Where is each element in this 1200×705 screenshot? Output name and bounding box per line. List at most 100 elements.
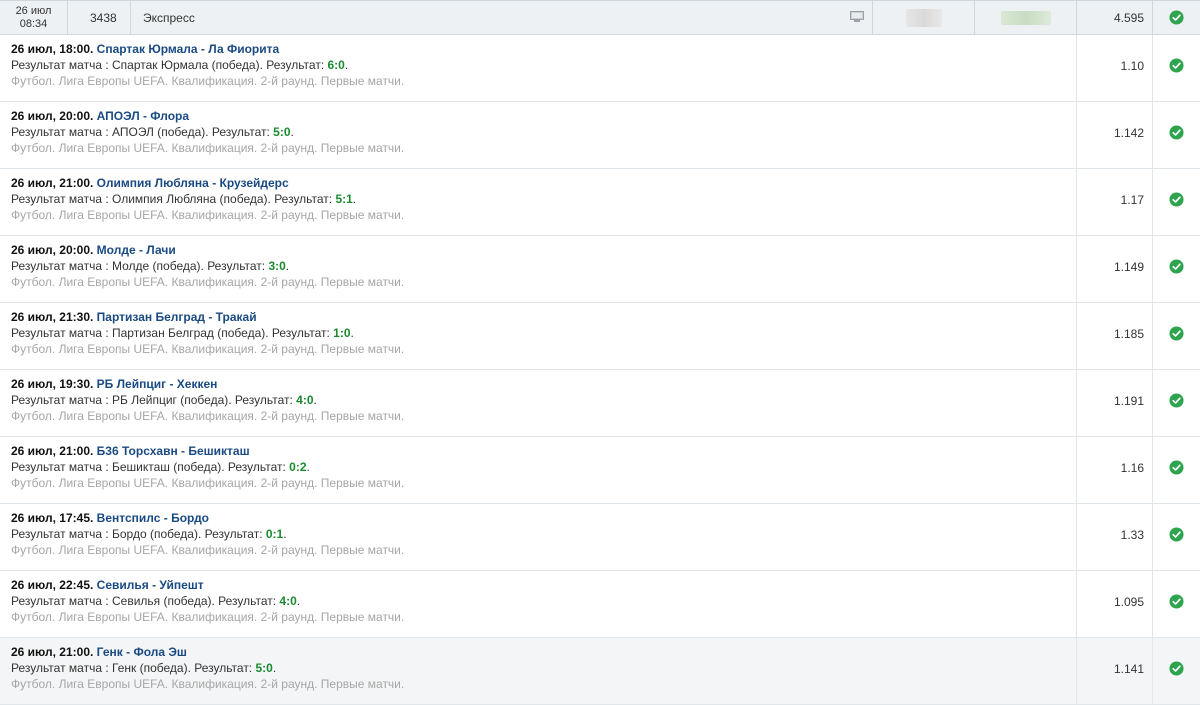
score-suffix: .: [290, 125, 294, 139]
result-prefix: Результат матча :: [11, 527, 112, 541]
result-prefix: Результат матча :: [11, 594, 112, 608]
event-status: [1153, 236, 1200, 302]
bet-time: 08:34: [19, 17, 48, 30]
check-circle-icon: [1169, 192, 1184, 207]
score-suffix: .: [296, 594, 301, 608]
event-coefficient: 1.191: [1077, 370, 1153, 436]
event-status: [1153, 437, 1200, 503]
bet-type-cell: Экспресс: [131, 1, 873, 34]
event-details: 26 июл, 22:45. Севилья - Уйпешт Результа…: [0, 571, 1077, 637]
result-prefix: Результат матча :: [11, 125, 112, 139]
bet-status: [1153, 1, 1200, 34]
bet-date: 26 июл: [15, 4, 52, 17]
event-list: 26 июл, 18:00. Спартак Юрмала - Ла Фиори…: [0, 35, 1200, 705]
result-score: 6:0: [327, 58, 345, 72]
result-score: 1:0: [333, 326, 351, 340]
event-league: Футбол. Лига Европы UEFA. Квалификация. …: [11, 208, 405, 222]
event-match-link[interactable]: РБ Лейпциг - Хеккен: [97, 377, 218, 391]
event-details: 26 июл, 21:30. Партизан Белград - Тракай…: [0, 303, 1077, 369]
event-match-link[interactable]: Генк - Фола Эш: [97, 645, 187, 659]
check-circle-icon: [1169, 661, 1184, 676]
event-datetime: 26 июл, 21:00.: [11, 645, 94, 659]
result-prefix: Результат матча :: [11, 460, 112, 474]
event-status: [1153, 370, 1200, 436]
event-details: 26 июл, 19:30. РБ Лейпциг - Хеккен Резул…: [0, 370, 1077, 436]
score-suffix: .: [285, 259, 290, 273]
result-outcome: Севилья (победа). Результат:: [112, 594, 280, 608]
event-coefficient: 1.10: [1077, 35, 1153, 101]
result-score: 4:0: [296, 393, 314, 407]
event-league: Футбол. Лига Европы UEFA. Квалификация. …: [11, 610, 405, 624]
result-outcome: Спартак Юрмала (победа). Результат:: [112, 58, 328, 72]
result-prefix: Результат матча :: [11, 192, 112, 206]
event-status: [1153, 638, 1200, 704]
result-outcome: Олимпия Любляна (победа). Результат:: [112, 192, 336, 206]
event-league: Футбол. Лига Европы UEFA. Квалификация. …: [11, 342, 405, 356]
event-status: [1153, 35, 1200, 101]
bet-total-coefficient: 4.595: [1077, 1, 1153, 34]
event-status: [1153, 571, 1200, 637]
event-match-link[interactable]: Партизан Белград - Тракай: [97, 310, 257, 324]
event-datetime: 26 июл, 20:00.: [11, 243, 94, 257]
score-suffix: .: [352, 192, 357, 206]
event-details: 26 июл, 21:00. Б36 Торсхавн - Бешикташ Р…: [0, 437, 1077, 503]
event-coefficient: 1.33: [1077, 504, 1153, 570]
event-coefficient: 1.141: [1077, 638, 1153, 704]
result-score: 5:0: [273, 125, 291, 139]
check-circle-icon: [1169, 393, 1184, 408]
event-details: 26 июл, 17:45. Вентспилс - Бордо Результ…: [0, 504, 1077, 570]
result-score: 0:1: [265, 527, 284, 541]
result-score: 5:0: [255, 661, 273, 675]
event-match-link[interactable]: Б36 Торсхавн - Бешикташ: [97, 444, 250, 458]
event-coefficient: 1.149: [1077, 236, 1153, 302]
event-datetime: 26 июл, 21:00.: [11, 444, 94, 458]
event-match-link[interactable]: Олимпия Любляна - Крузейдерс: [97, 176, 289, 190]
score-suffix: .: [272, 661, 277, 675]
event-datetime: 26 июл, 18:00.: [11, 42, 94, 56]
check-circle-icon: [1169, 125, 1184, 140]
check-circle-icon: [1169, 58, 1184, 73]
event-match-link[interactable]: АПОЭЛ - Флора: [97, 109, 189, 123]
result-prefix: Результат матча :: [11, 58, 112, 72]
event-league: Футбол. Лига Европы UEFA. Квалификация. …: [11, 543, 405, 557]
check-circle-icon: [1169, 460, 1184, 475]
event-details: 26 июл, 21:00. Генк - Фола Эш Результат …: [0, 638, 1077, 704]
event-datetime: 26 июл, 22:45.: [11, 578, 94, 592]
score-suffix: .: [350, 326, 354, 340]
check-circle-icon: [1169, 326, 1184, 341]
bet-header-row[interactable]: 26 июл 08:34 3438 Экспресс 4.595: [0, 1, 1200, 35]
event-row[interactable]: 26 июл, 21:00. Олимпия Любляна - Крузейд…: [0, 169, 1200, 236]
event-datetime: 26 июл, 21:00.: [11, 176, 94, 190]
monitor-icon: [850, 11, 864, 22]
result-score: 3:0: [268, 259, 286, 273]
bet-history-table: 26 июл 08:34 3438 Экспресс 4.595 26 июл,…: [0, 0, 1200, 705]
event-match-link[interactable]: Спартак Юрмала - Ла Фиорита: [97, 42, 279, 56]
event-match-link[interactable]: Вентспилс - Бордо: [97, 511, 209, 525]
event-row[interactable]: 26 июл, 22:45. Севилья - Уйпешт Результа…: [0, 571, 1200, 638]
event-datetime: 26 июл, 19:30.: [11, 377, 94, 391]
event-row[interactable]: 26 июл, 17:45. Вентспилс - Бордо Результ…: [0, 504, 1200, 571]
event-status: [1153, 303, 1200, 369]
result-outcome: Молде (победа). Результат:: [112, 259, 269, 273]
event-row[interactable]: 26 июл, 21:00. Генк - Фола Эш Результат …: [0, 638, 1200, 705]
score-suffix: .: [344, 58, 349, 72]
event-row[interactable]: 26 июл, 20:00. Молде - Лачи Результат ма…: [0, 236, 1200, 303]
check-circle-icon: [1169, 10, 1184, 25]
event-datetime: 26 июл, 21:30.: [11, 310, 94, 324]
event-row[interactable]: 26 июл, 21:30. Партизан Белград - Тракай…: [0, 303, 1200, 370]
event-row[interactable]: 26 июл, 18:00. Спартак Юрмала - Ла Фиори…: [0, 35, 1200, 102]
event-match-link[interactable]: Молде - Лачи: [97, 243, 176, 257]
event-row[interactable]: 26 июл, 19:30. РБ Лейпциг - Хеккен Резул…: [0, 370, 1200, 437]
event-row[interactable]: 26 июл, 21:00. Б36 Торсхавн - Бешикташ Р…: [0, 437, 1200, 504]
event-coefficient: 1.17: [1077, 169, 1153, 235]
bet-type: Экспресс: [143, 10, 195, 25]
event-coefficient: 1.185: [1077, 303, 1153, 369]
redacted-stake: [873, 1, 975, 34]
score-suffix: .: [306, 460, 310, 474]
event-match-link[interactable]: Севилья - Уйпешт: [97, 578, 204, 592]
event-details: 26 июл, 21:00. Олимпия Любляна - Крузейд…: [0, 169, 1077, 235]
event-details: 26 июл, 20:00. АПОЭЛ - Флора Результат м…: [0, 102, 1077, 168]
event-row[interactable]: 26 июл, 20:00. АПОЭЛ - Флора Результат м…: [0, 102, 1200, 169]
event-league: Футбол. Лига Европы UEFA. Квалификация. …: [11, 476, 405, 490]
event-league: Футбол. Лига Европы UEFA. Квалификация. …: [11, 677, 405, 691]
